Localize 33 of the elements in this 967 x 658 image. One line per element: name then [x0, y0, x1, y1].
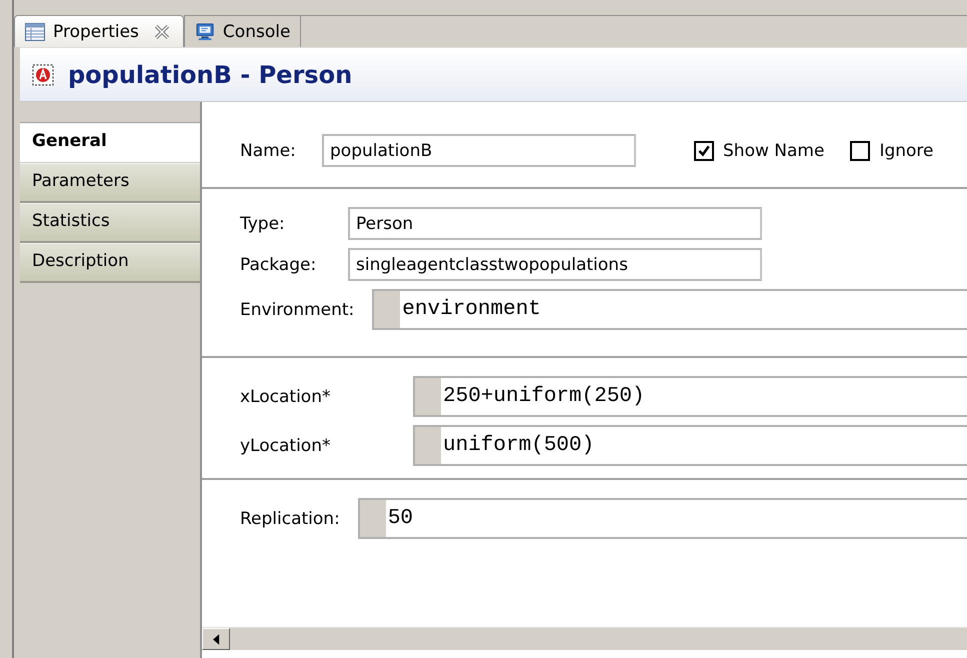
horizontal-scrollbar[interactable] [202, 627, 967, 650]
expression-field[interactable]: 250+uniform(250) [413, 376, 967, 417]
field-label: Package: [240, 254, 318, 274]
text-field[interactable]: singleagentclasstwopopulations [348, 248, 762, 281]
checkbox-label: Ignore [879, 140, 934, 160]
view-tab[interactable]: Properties [14, 15, 184, 47]
text-field[interactable]: Person [348, 207, 762, 240]
table-icon [25, 22, 45, 40]
expression-field[interactable]: uniform(500) [413, 425, 967, 466]
sidebar-tab[interactable]: Description [20, 243, 200, 283]
field-label: Environment: [240, 300, 354, 320]
checkbox[interactable] [850, 140, 870, 160]
field-label: Replication: [240, 508, 340, 528]
monitor-icon [194, 22, 215, 40]
sidebar-tab[interactable]: Parameters [20, 163, 200, 203]
checkmark-icon [697, 144, 711, 158]
field-label: Name: [240, 140, 297, 160]
close-icon[interactable] [154, 24, 169, 38]
left-arrow-icon [212, 634, 220, 644]
field-label: Type: [240, 214, 286, 234]
expression-field[interactable]: 50 [358, 498, 967, 539]
header-title: populationB - Person [68, 60, 352, 88]
field-label: xLocation* [240, 386, 332, 406]
scroll-left-button[interactable] [202, 628, 230, 650]
sidebar-tab[interactable]: Statistics [20, 203, 200, 243]
view-tab[interactable]: Console [184, 15, 302, 47]
expression-field[interactable]: environment [372, 289, 967, 330]
checkbox-label: Show Name [723, 140, 824, 160]
checkbox[interactable] [694, 140, 714, 160]
agent-icon [32, 64, 54, 86]
sidebar-tab[interactable]: General [20, 123, 200, 163]
field-label: yLocation* [240, 436, 332, 456]
name-field[interactable]: populationB [322, 134, 636, 167]
